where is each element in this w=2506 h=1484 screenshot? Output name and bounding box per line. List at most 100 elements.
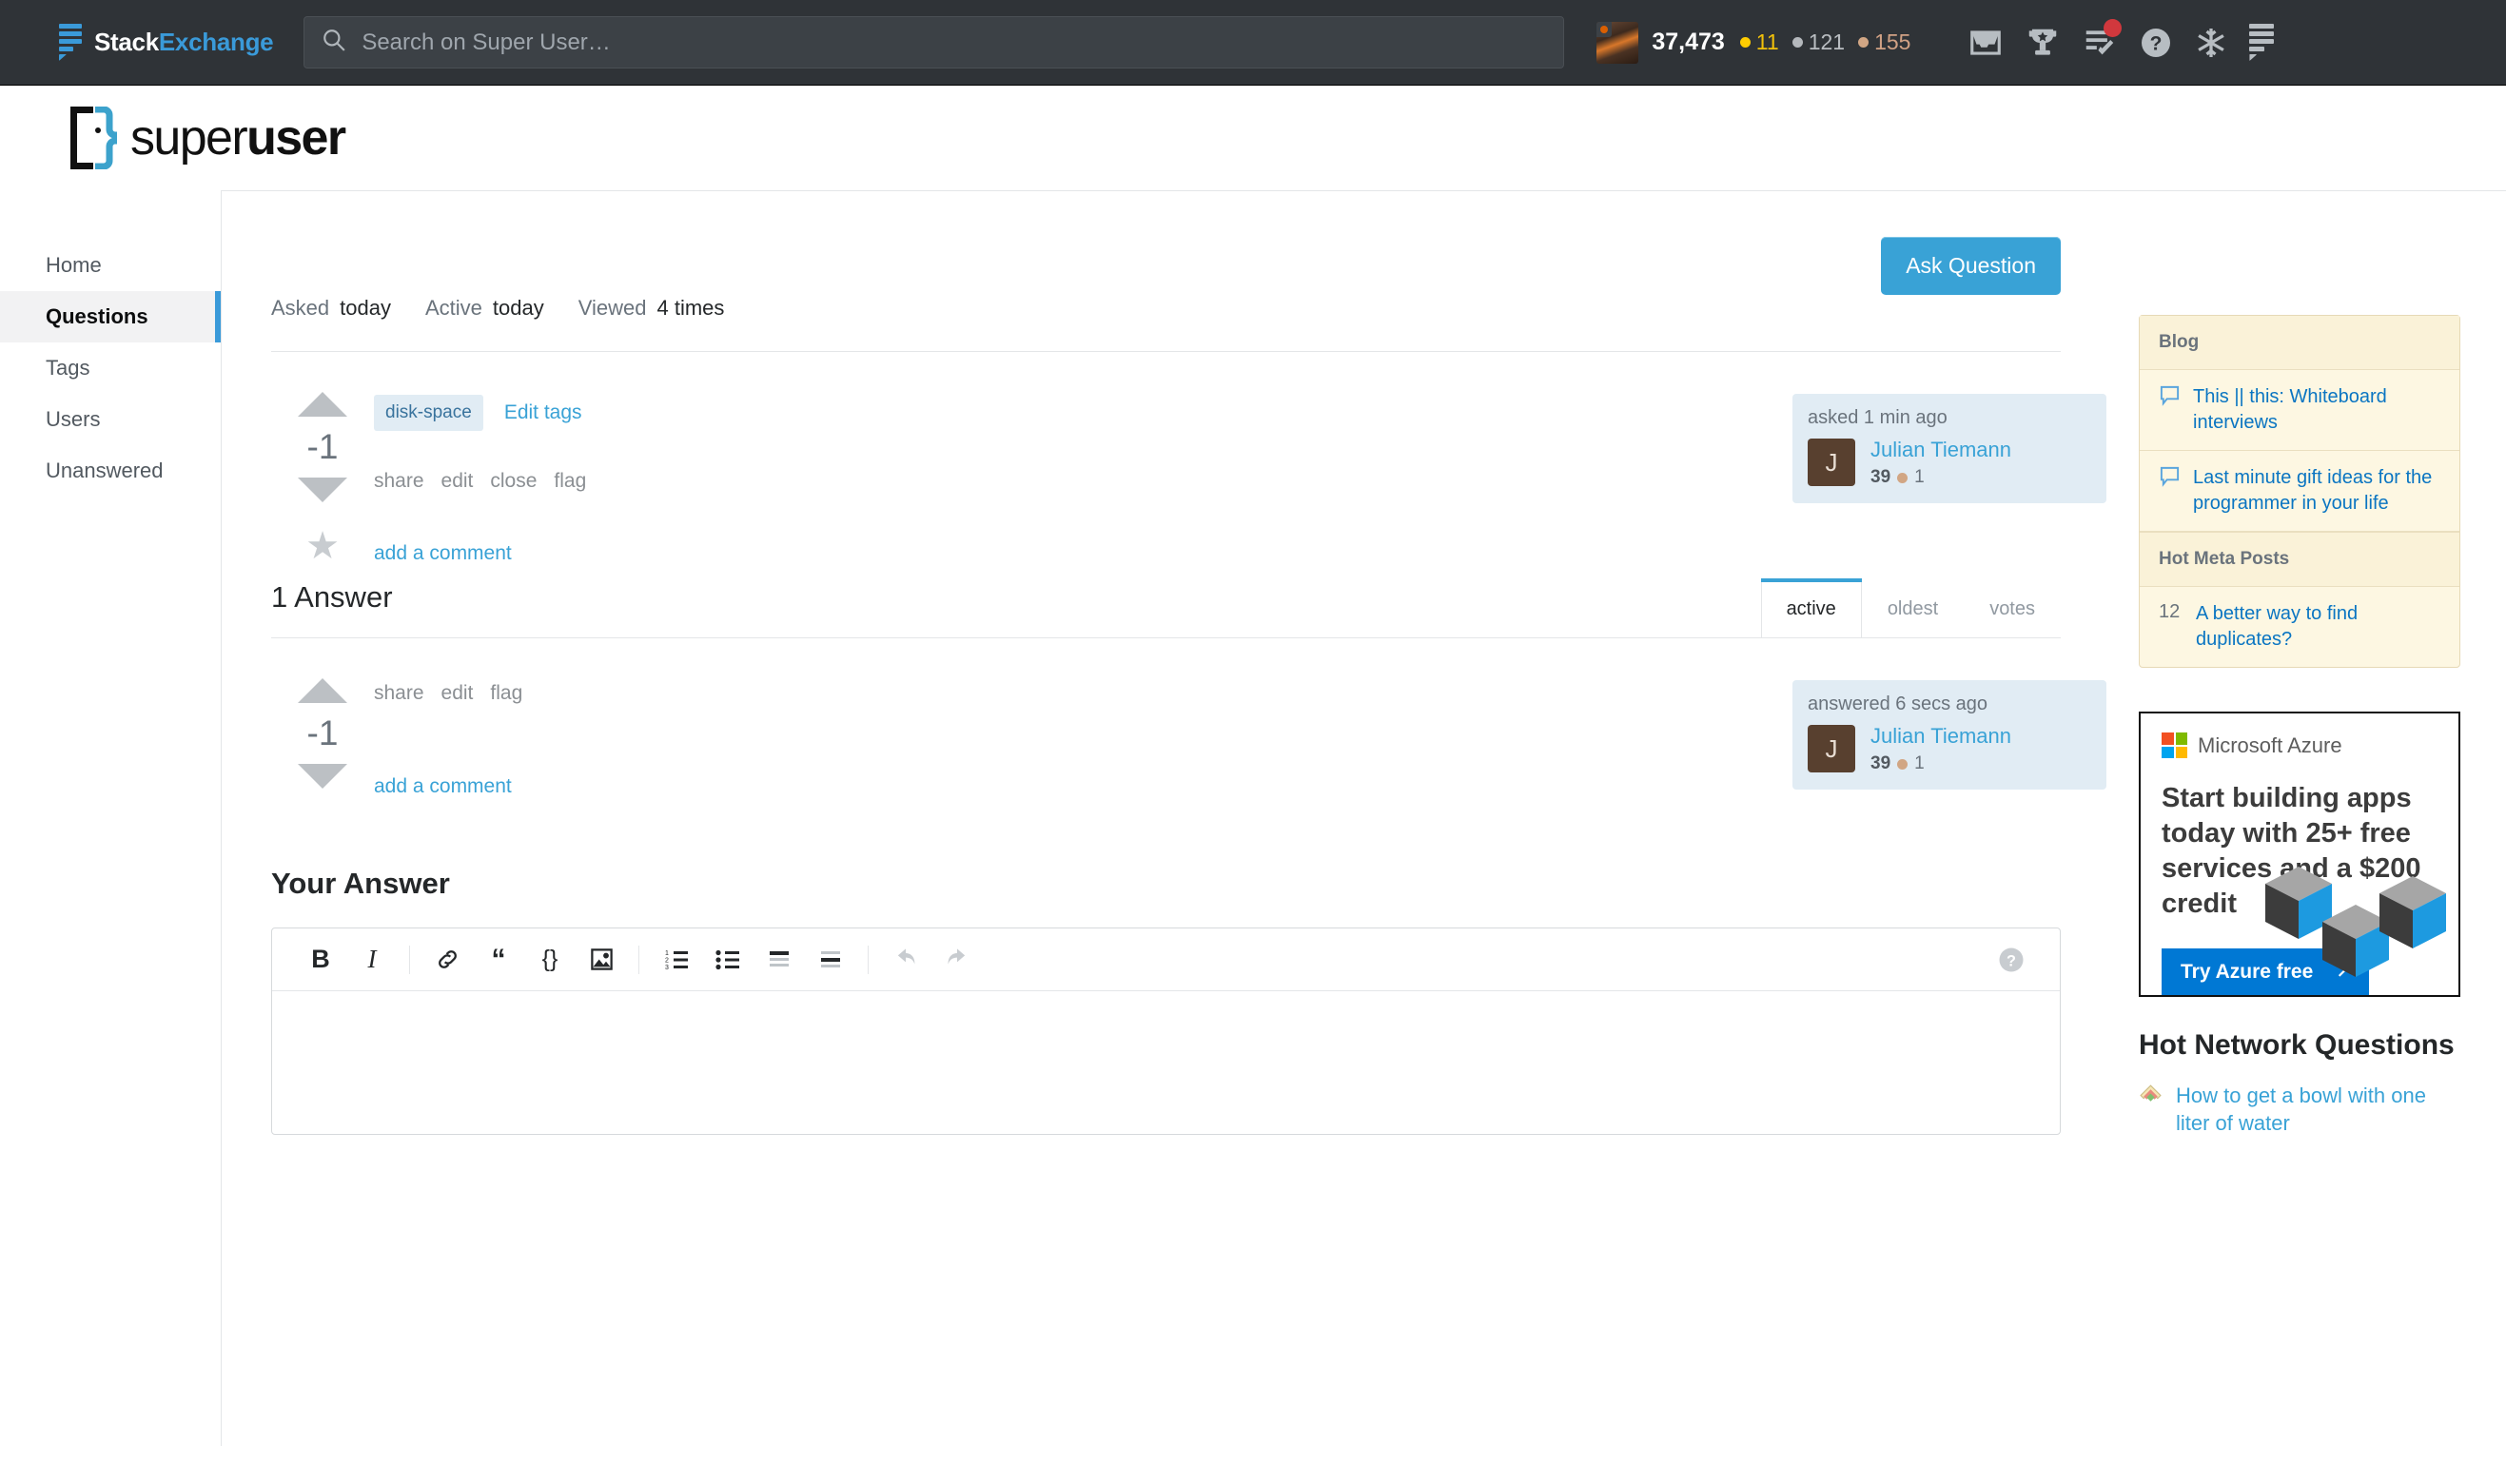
snowflake-icon[interactable] [2194, 26, 2228, 60]
answer-owner-avatar[interactable]: J [1808, 725, 1855, 772]
speech-bubble-icon [2159, 384, 2181, 411]
answer-owner-name[interactable]: Julian Tiemann [1870, 724, 2011, 748]
hot-network-question-item[interactable]: How to get a bowl with one liter of wate… [2139, 1083, 2460, 1137]
question-tags-row: disk-space Edit tags [374, 392, 1747, 434]
tab-votes[interactable]: votes [1964, 578, 2061, 637]
answer-downvote-button[interactable] [298, 764, 347, 789]
answer-vote-count: -1 [306, 713, 339, 752]
tag-disk-space[interactable]: disk-space [374, 395, 483, 431]
heading-icon[interactable] [754, 947, 805, 972]
stack-exchange-network-site-icon [2139, 1083, 2163, 1111]
answer-flag-link[interactable]: flag [490, 682, 522, 705]
azure-advertisement[interactable]: Microsoft Azure Start building apps toda… [2139, 712, 2460, 997]
inbox-icon[interactable] [1968, 25, 2004, 61]
answer-upvote-button[interactable] [298, 678, 347, 703]
review-notification-badge [2104, 18, 2123, 37]
stat-active-value: today [492, 296, 544, 320]
answer-owner-bronze-count: 1 [1914, 753, 1925, 774]
achievements-trophy-icon[interactable] [2025, 25, 2061, 61]
question-edit-link[interactable]: edit [441, 470, 474, 493]
search-box[interactable] [303, 16, 1565, 68]
sidebar-item-tags[interactable]: Tags [0, 342, 221, 394]
question-stats: Asked today Active today Viewed 4 times [271, 191, 2106, 321]
stat-viewed-label: Viewed [578, 296, 647, 320]
hot-network-questions-title: Hot Network Questions [2139, 1029, 2455, 1061]
sidebar-item-unanswered[interactable]: Unanswered [0, 445, 221, 497]
question-share-link[interactable]: share [374, 470, 424, 493]
question-upvote-button[interactable] [298, 392, 347, 417]
question-owner-name[interactable]: Julian Tiemann [1870, 438, 2011, 461]
sidebar-item-questions[interactable]: Questions [0, 291, 221, 342]
help-icon[interactable]: ? [2139, 26, 2173, 60]
review-queues-icon[interactable] [2082, 18, 2123, 61]
hot-meta-item-score: 12 [2159, 601, 2181, 622]
stat-asked: Asked today [271, 296, 391, 321]
question-body: disk-space Edit tags share edit close fl… [374, 392, 1792, 565]
reputation-score[interactable]: 37,473 [1652, 29, 1724, 56]
link-icon[interactable] [421, 947, 473, 972]
user-avatar-thumbnail[interactable] [1596, 21, 1639, 64]
content-container: Ask Question Asked today Active today Vi… [221, 190, 2506, 1446]
microsoft-logo: Microsoft Azure [2141, 713, 2458, 758]
sidebar-item-users[interactable]: Users [0, 394, 221, 445]
question-main-column: Ask Question Asked today Active today Vi… [222, 191, 2106, 1446]
editor-help-icon[interactable]: ? [1986, 946, 2037, 974]
stat-viewed: Viewed 4 times [578, 296, 725, 321]
question-downvote-button[interactable] [298, 478, 347, 502]
sidebar-item-home[interactable]: Home [0, 240, 221, 291]
code-icon[interactable]: {} [524, 946, 576, 973]
image-icon[interactable] [576, 947, 627, 972]
horizontal-rule-icon[interactable] [805, 947, 856, 972]
tab-active[interactable]: active [1760, 578, 1863, 637]
silver-badge-count[interactable]: 121 [1791, 29, 1846, 55]
gold-badge-count[interactable]: 11 [1739, 29, 1779, 55]
edit-tags-link[interactable]: Edit tags [504, 401, 582, 424]
blog-item[interactable]: This || this: Whiteboard interviews [2140, 370, 2459, 451]
answer-text-area[interactable] [272, 991, 2060, 1134]
bronze-badge-count[interactable]: 155 [1858, 29, 1910, 55]
hot-meta-panel-title: Hot Meta Posts [2140, 532, 2459, 587]
svg-text:?: ? [2150, 32, 2163, 54]
answer-body: share edit flag add a comment [374, 678, 1792, 798]
blog-item[interactable]: Last minute gift ideas for the programme… [2140, 451, 2459, 532]
stack-exchange-logo[interactable]: StackExchange [59, 24, 274, 61]
ask-question-button[interactable]: Ask Question [1881, 237, 2061, 295]
hot-meta-item[interactable]: 12 A better way to find duplicates? [2140, 587, 2459, 667]
bold-icon[interactable]: B [295, 945, 346, 974]
answer-sort-tabs: active oldest votes [1760, 578, 2061, 637]
question-asked-time: asked 1 min ago [1808, 407, 1948, 428]
answer-post: -1 share edit flag add a comment answere… [271, 638, 2106, 798]
search-input[interactable] [360, 28, 1547, 57]
site-header: superuser [0, 86, 2506, 190]
question-flag-link[interactable]: flag [554, 470, 586, 493]
question-owner-card: asked 1 min ago J Julian Tiemann 39 1 [1792, 394, 2106, 504]
superuser-word-user: user [246, 110, 346, 166]
editor-toolbar: B I “ {} 1 2 3 ? [272, 928, 2060, 991]
page-body: Home Questions Tags Users Unanswered Ask… [0, 190, 2506, 1446]
answer-share-link[interactable]: share [374, 682, 424, 705]
answer-add-comment-link[interactable]: add a comment [374, 775, 1747, 798]
hot-meta-item-link[interactable]: A better way to find duplicates? [2196, 601, 2440, 653]
bulleted-list-icon[interactable] [702, 947, 754, 972]
favorite-star-icon[interactable]: ★ [305, 527, 340, 565]
site-switcher-stack-icon [2249, 24, 2275, 61]
tab-oldest[interactable]: oldest [1862, 578, 1964, 637]
silver-badge-number: 121 [1808, 29, 1846, 54]
answer-edit-link[interactable]: edit [441, 682, 474, 705]
superuser-logo[interactable]: superuser [70, 107, 346, 169]
question-owner-avatar[interactable]: J [1808, 439, 1855, 486]
italic-icon[interactable]: I [346, 945, 398, 974]
question-close-link[interactable]: close [490, 470, 537, 493]
undo-icon[interactable] [880, 947, 931, 973]
question-add-comment-link[interactable]: add a comment [374, 542, 1747, 565]
redo-icon[interactable] [931, 947, 983, 973]
numbered-list-icon[interactable]: 1 2 3 [651, 947, 702, 972]
hot-network-question-link[interactable]: How to get a bowl with one liter of wate… [2176, 1083, 2460, 1137]
stack-exchange-word-exchange: Exchange [158, 28, 274, 56]
blog-item-link[interactable]: Last minute gift ideas for the programme… [2193, 465, 2440, 517]
stack-exchange-icon [59, 24, 82, 61]
blockquote-icon[interactable]: “ [473, 946, 524, 974]
site-switcher-icon[interactable] [2249, 24, 2275, 61]
blog-item-link[interactable]: This || this: Whiteboard interviews [2193, 384, 2440, 436]
toolbar-divider [638, 945, 639, 974]
